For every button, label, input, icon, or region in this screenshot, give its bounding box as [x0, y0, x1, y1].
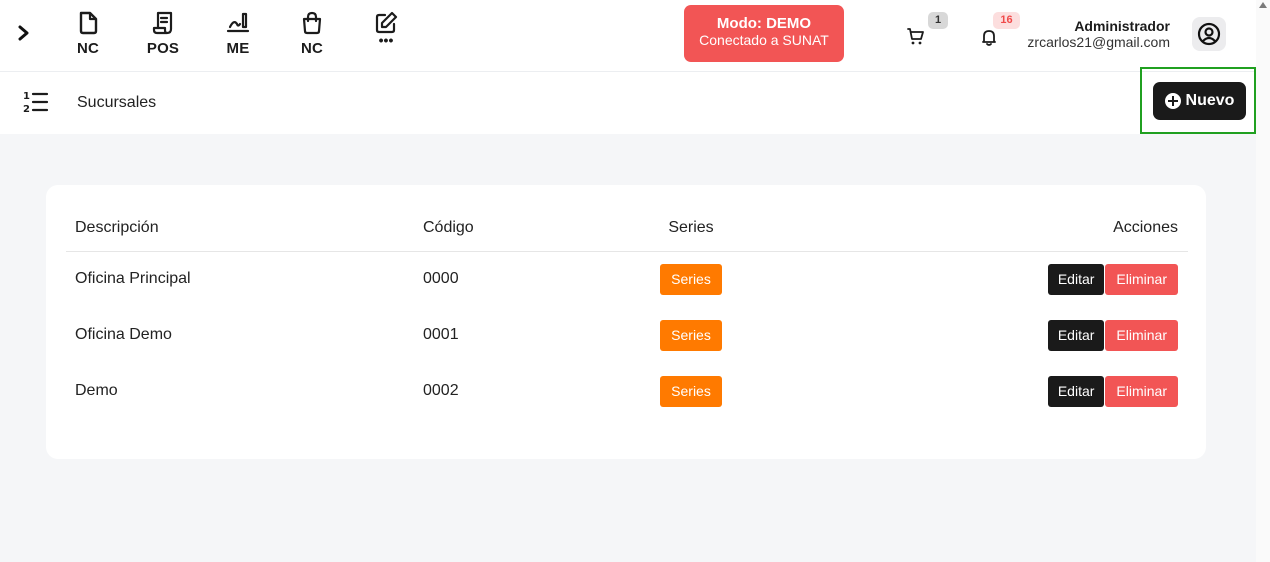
branches-table: Descripción Código Series Acciones Ofici…	[66, 205, 1188, 419]
expand-sidebar-chevron-icon[interactable]	[14, 22, 34, 44]
delete-button[interactable]: Eliminar	[1105, 263, 1178, 295]
col-header-series: Series	[611, 205, 771, 252]
receipt-icon	[152, 11, 173, 35]
bell-icon[interactable]	[979, 27, 999, 52]
table-row: Oficina Demo 0001 Series Editar Eliminar	[66, 307, 1188, 363]
table-header-row: Descripción Código Series Acciones	[66, 205, 1188, 252]
more-dots: •••	[378, 32, 394, 48]
user-email: zrcarlos21@gmail.com	[1027, 34, 1170, 50]
col-header-code: Código	[423, 205, 611, 252]
main-content: Descripción Código Series Acciones Ofici…	[0, 134, 1256, 562]
cart-count-badge: 1	[928, 12, 948, 29]
edit-button[interactable]: Editar	[1047, 375, 1105, 407]
plus-circle-icon	[1164, 93, 1181, 109]
row-code: 0002	[423, 382, 459, 399]
top-bar: NC POS ME NC ••• Modo: DEMO Conectado a …	[0, 0, 1256, 72]
shopping-bag-icon	[302, 11, 322, 35]
quick-action-me[interactable]: ME	[218, 10, 258, 60]
quick-action-nc-document[interactable]: NC	[68, 10, 108, 60]
table-row: Oficina Principal 0000 Series Editar Elim…	[66, 251, 1188, 307]
avatar[interactable]	[1192, 17, 1226, 51]
row-code: 0001	[423, 326, 459, 343]
new-branch-button[interactable]: Nuevo	[1153, 82, 1246, 120]
vertical-scrollbar[interactable]	[1256, 0, 1270, 562]
delete-button[interactable]: Eliminar	[1105, 375, 1178, 407]
row-description: Oficina Demo	[75, 326, 172, 343]
numbered-list-icon: 12	[23, 89, 49, 120]
series-button[interactable]: Series	[660, 319, 722, 351]
page-title: Sucursales	[77, 94, 157, 111]
quick-action-label: POS	[146, 40, 180, 57]
row-description: Oficina Principal	[75, 270, 191, 288]
svg-text:2: 2	[23, 104, 30, 115]
demo-mode-badge[interactable]: Modo: DEMO Conectado a SUNAT	[684, 5, 844, 62]
quick-action-nc-bag[interactable]: NC	[292, 10, 332, 60]
table-row: Demo 0002 Series Editar Eliminar	[66, 363, 1188, 419]
quick-action-label: ME	[226, 40, 250, 57]
notifications-count-badge: 16	[993, 12, 1020, 29]
mode-subtitle: Conectado a SUNAT	[699, 32, 829, 48]
edit-button[interactable]: Editar	[1047, 319, 1105, 351]
edit-button[interactable]: Editar	[1047, 263, 1105, 295]
user-circle-icon	[1197, 22, 1221, 46]
row-code: 0000	[423, 270, 459, 288]
quick-action-label: NC	[300, 40, 324, 57]
new-button-label: Nuevo	[1185, 92, 1235, 109]
signature-icon	[226, 12, 250, 33]
col-header-actions: Acciones	[771, 205, 1188, 252]
quick-action-pos[interactable]: POS	[143, 10, 183, 60]
user-name: Administrador	[1074, 18, 1170, 34]
series-button[interactable]: Series	[660, 375, 722, 407]
quick-action-more[interactable]: •••	[366, 10, 406, 60]
series-button[interactable]: Series	[660, 263, 722, 295]
mode-title: Modo: DEMO	[716, 15, 812, 32]
branches-card: Descripción Código Series Acciones Ofici…	[46, 185, 1206, 459]
document-icon	[79, 11, 98, 35]
page-header: 12 Sucursales	[0, 72, 1256, 134]
delete-button[interactable]: Eliminar	[1105, 319, 1178, 351]
svg-text:1: 1	[23, 91, 30, 102]
row-description: Demo	[75, 382, 118, 399]
quick-action-label: NC	[76, 40, 100, 57]
cart-icon[interactable]	[906, 26, 926, 51]
col-header-description: Descripción	[66, 205, 423, 252]
scroll-up-arrow-icon[interactable]	[1259, 2, 1267, 8]
user-info[interactable]: Administrador zrcarlos21@gmail.com	[1027, 18, 1170, 50]
